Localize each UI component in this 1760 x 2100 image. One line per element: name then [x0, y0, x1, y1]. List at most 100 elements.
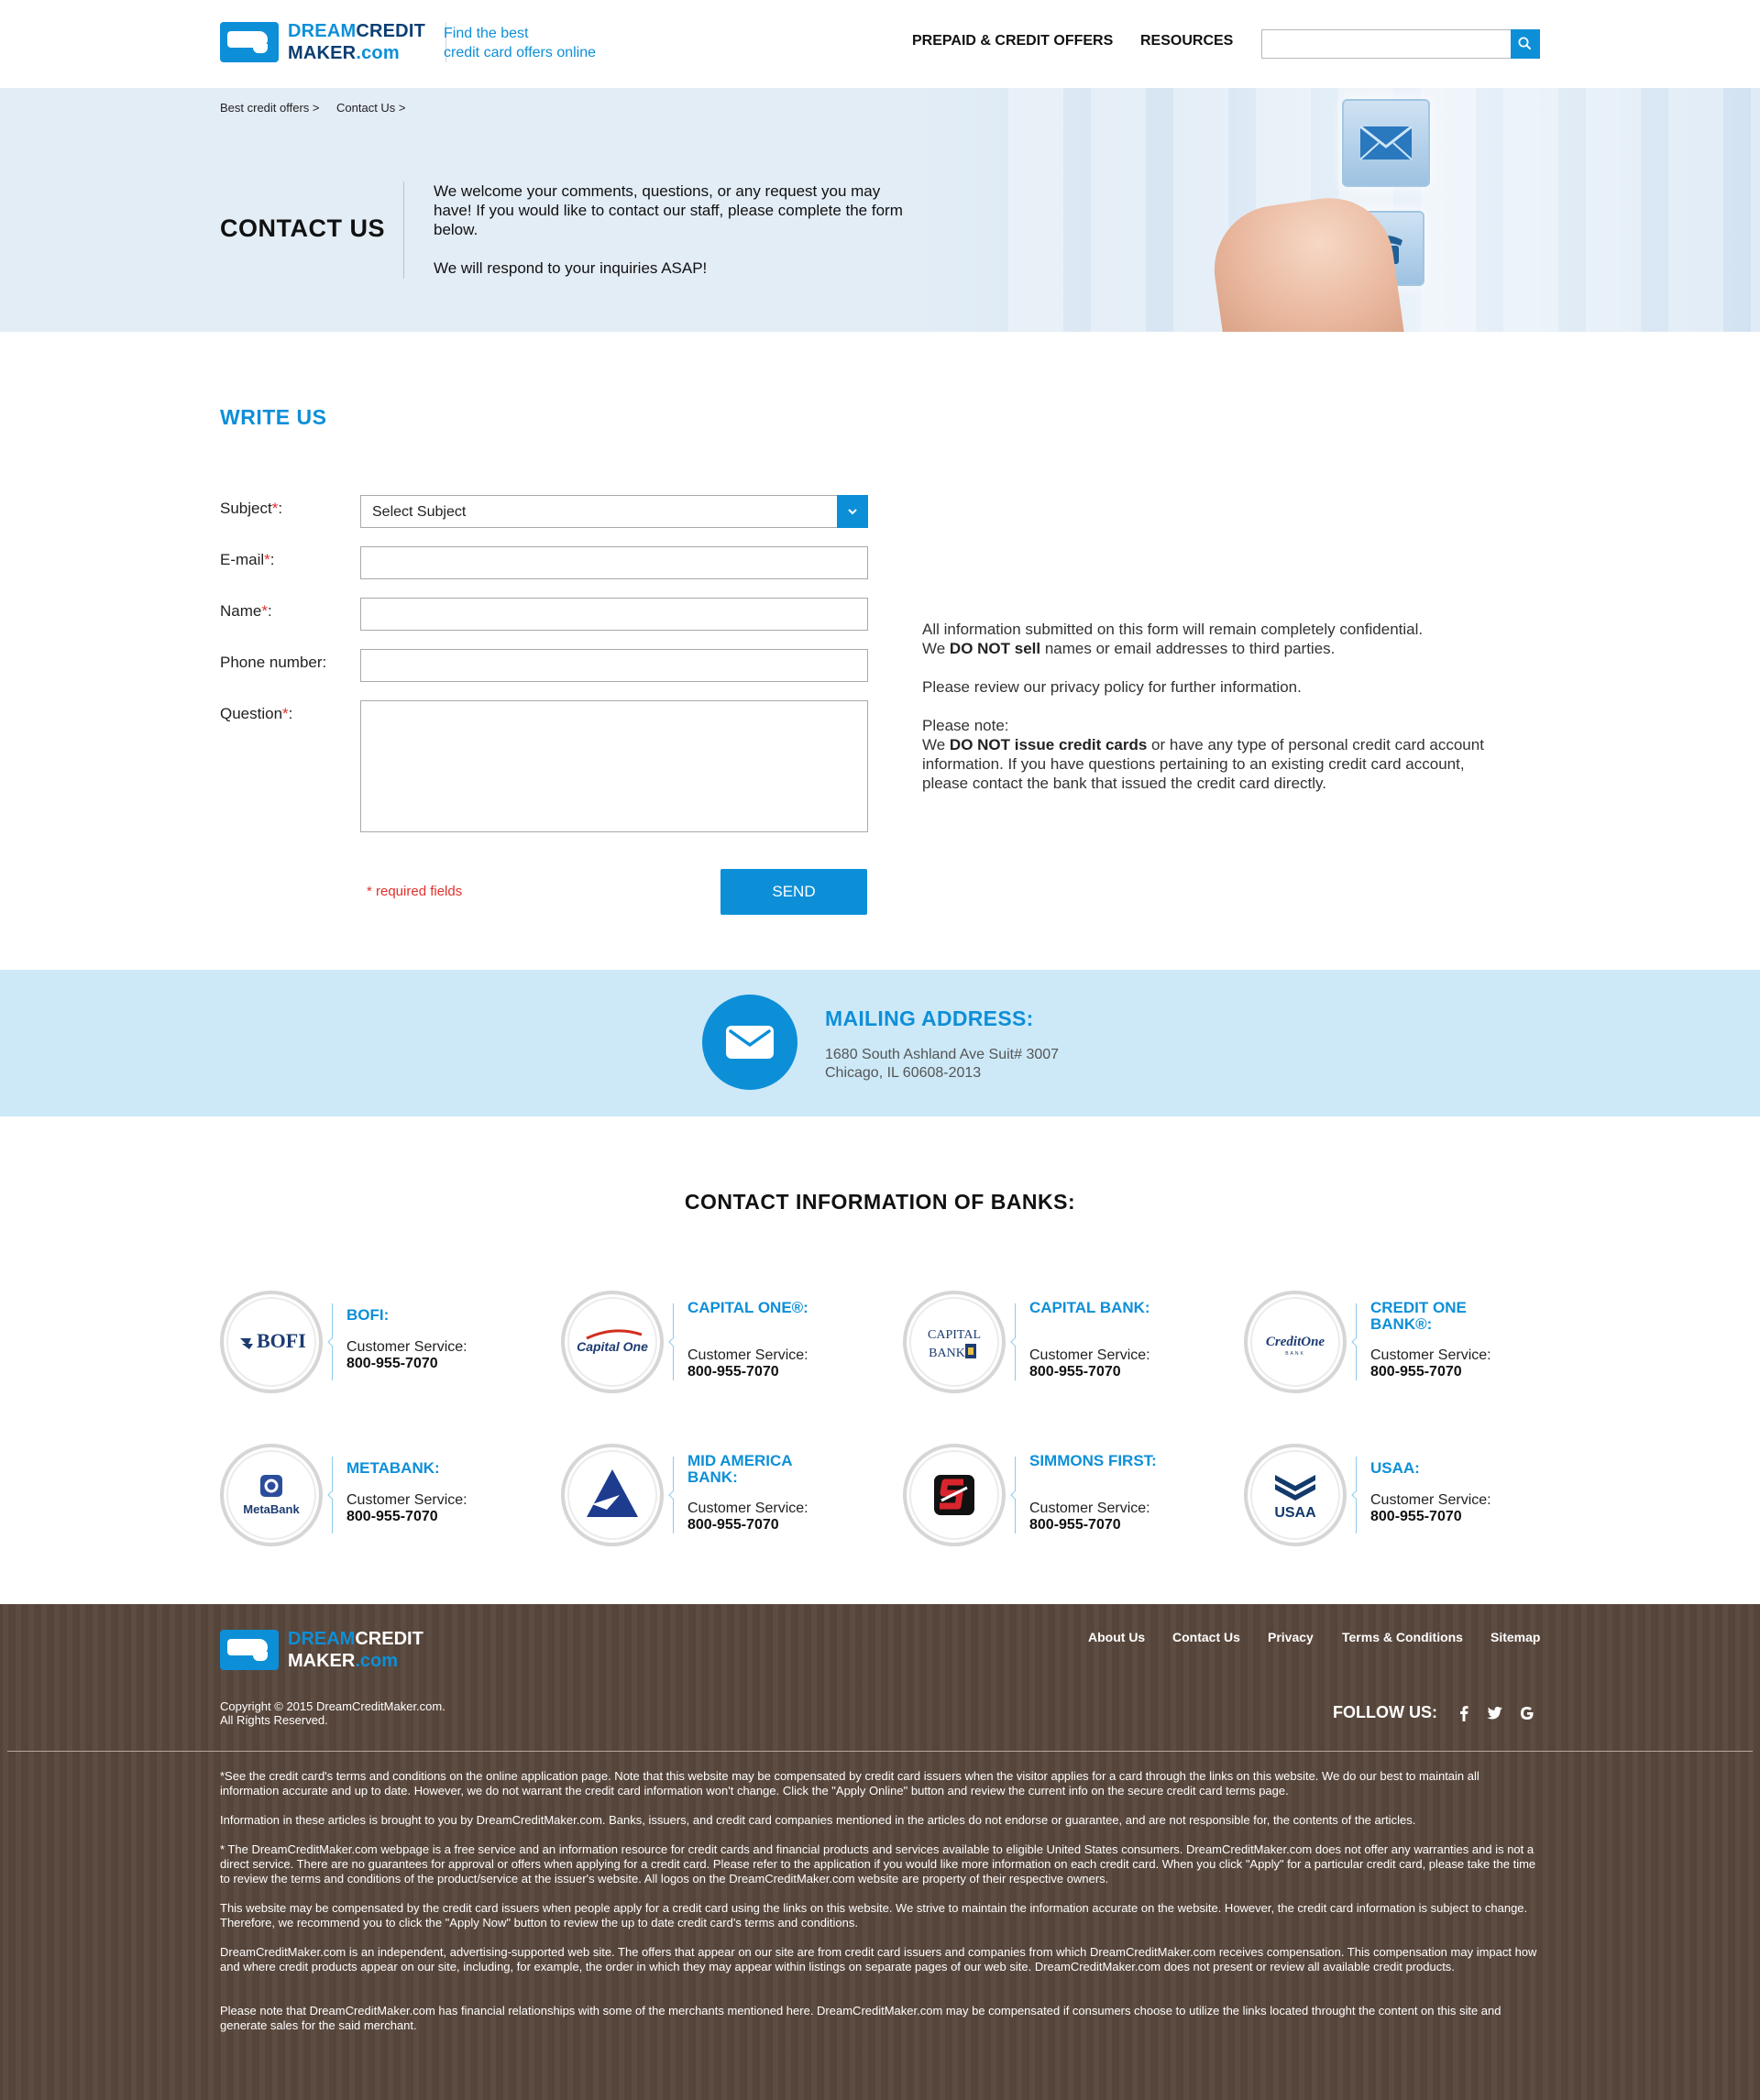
bank-phone[interactable]: 800-955-7070 [688, 1364, 779, 1380]
bank-name: MID AMERICA BANK: [688, 1452, 792, 1486]
follow-us-label: FOLLOW US: [1333, 1703, 1437, 1721]
footer-link-contact-us[interactable]: Contact Us [1172, 1630, 1240, 1644]
metabank-logo: MetaBank [220, 1444, 323, 1546]
facebook-icon[interactable] [1452, 1701, 1476, 1725]
bank-phone[interactable]: 800-955-7070 [1029, 1517, 1121, 1534]
nav-resources[interactable]: RESOURCES [1140, 33, 1233, 49]
bank-name: USAA: [1370, 1459, 1420, 1477]
footer-link-privacy[interactable]: Privacy [1268, 1630, 1314, 1644]
google-icon[interactable] [1514, 1701, 1538, 1725]
privacy-notice: All information submitted on this form w… [922, 621, 1484, 792]
footer-link-about-us[interactable]: About Us [1088, 1630, 1145, 1644]
envelope-icon [1359, 125, 1413, 160]
bofi-logo: BOFI [220, 1291, 323, 1393]
footer-link-terms[interactable]: Terms & Conditions [1342, 1630, 1463, 1644]
credit-one-logo: CreditOne BANK [1244, 1291, 1347, 1393]
subject-select[interactable]: Select Subject [360, 495, 868, 528]
bank-card-capital-bank: CAPITAL BANK CAPITAL BANK: Customer Serv… [903, 1291, 1242, 1397]
subject-selected-value: Select Subject [372, 504, 467, 520]
mid-america-logo [561, 1444, 664, 1546]
svg-text:CAPITAL: CAPITAL [928, 1328, 981, 1342]
svg-text:BANK: BANK [929, 1347, 965, 1360]
footer-link-sitemap[interactable]: Sitemap [1490, 1630, 1540, 1644]
site-logo[interactable]: DREAMCREDIT MAKER.com Find the best cred… [220, 20, 605, 68]
bank-phone[interactable]: 800-955-7070 [346, 1356, 438, 1372]
mailing-address-title: MAILING ADDRESS: [825, 1006, 1034, 1030]
svg-text:MetaBank: MetaBank [243, 1502, 300, 1516]
disclaimer-paragraph: DreamCreditMaker.com is an independent, … [220, 1945, 1537, 1974]
bank-card-metabank: MetaBank METABANK: Customer Service: 800… [220, 1444, 559, 1550]
email-field[interactable] [360, 546, 868, 579]
bank-phone[interactable]: 800-955-7070 [688, 1517, 779, 1534]
bank-name: CAPITAL ONE®: [688, 1299, 808, 1316]
customer-service-label: Customer Service: [1370, 1347, 1491, 1363]
logo-tagline: Find the best credit card offers online [444, 26, 597, 60]
bank-card-capital-one: Capital One CAPITAL ONE®: Customer Servi… [561, 1291, 900, 1397]
footer-logo[interactable]: DREAMCREDIT MAKER.com [220, 1628, 458, 1674]
customer-service-label: Customer Service: [346, 1339, 468, 1355]
name-label: Name*: [220, 602, 272, 620]
disclaimer-paragraph: Information in these articles is brought… [220, 1813, 1416, 1827]
bank-name: METABANK: [346, 1459, 440, 1477]
simmons-first-logo [903, 1444, 1006, 1546]
nav-prepaid-credit-offers[interactable]: PREPAID & CREDIT OFFERS [912, 33, 1113, 49]
breadcrumb-best-credit-offers[interactable]: Best credit offers > [220, 101, 320, 115]
bank-card-bofi: BOFI BOFI: Customer Service: 800-955-707… [220, 1291, 559, 1397]
page-title: CONTACT US [220, 214, 385, 242]
twitter-icon[interactable] [1482, 1701, 1506, 1725]
phone-field[interactable] [360, 649, 868, 682]
copyright: Copyright © 2015 DreamCreditMaker.com. A… [220, 1699, 446, 1727]
mailing-address-band: MAILING ADDRESS: 1680 South Ashland Ave … [0, 970, 1760, 1116]
search-button[interactable] [1511, 29, 1540, 59]
svg-text:Capital One: Capital One [577, 1339, 648, 1354]
bank-phone[interactable]: 800-955-7070 [346, 1509, 438, 1525]
svg-text:USAA: USAA [1274, 1505, 1316, 1521]
footer-logo-wordmark: DREAMCREDIT MAKER.com [288, 1629, 424, 1671]
disclaimer-paragraph: Please note that DreamCreditMaker.com ha… [220, 2004, 1502, 2032]
mailing-address-text: 1680 South Ashland Ave Suit# 3007 Chicag… [825, 1047, 1060, 1081]
chevron-down-icon[interactable] [837, 495, 868, 528]
svg-text:BOFI: BOFI [257, 1329, 306, 1352]
footer-divider [7, 1751, 1753, 1752]
bank-name: CREDIT ONE BANK®: [1370, 1299, 1467, 1333]
search-input[interactable] [1261, 29, 1512, 59]
site-footer: DREAMCREDIT MAKER.com About Us Contact U… [0, 1604, 1760, 2100]
breadcrumb-contact-us[interactable]: Contact Us > [336, 101, 406, 115]
bank-phone[interactable]: 800-955-7070 [1370, 1364, 1462, 1380]
question-label: Question*: [220, 705, 293, 722]
bank-phone[interactable]: 800-955-7070 [1370, 1509, 1462, 1525]
bank-card-usaa: USAA USAA: Customer Service: 800-955-707… [1244, 1444, 1583, 1550]
disclaimer-paragraph: * The DreamCreditMaker.com webpage is a … [220, 1842, 1536, 1886]
email-label: E-mail*: [220, 551, 275, 568]
name-field[interactable] [360, 598, 868, 631]
svg-text:CreditOne: CreditOne [1266, 1335, 1326, 1349]
subject-label: Subject*: [220, 500, 283, 517]
bank-name: CAPITAL BANK: [1029, 1299, 1150, 1316]
bank-name: SIMMONS FIRST: [1029, 1452, 1157, 1469]
hero-divider [403, 181, 404, 279]
hand-icon [220, 1630, 279, 1670]
required-fields-note: * required fields [367, 884, 463, 899]
customer-service-label: Customer Service: [1029, 1501, 1150, 1516]
customer-service-label: Customer Service: [1370, 1492, 1491, 1508]
send-button[interactable]: SEND [720, 869, 867, 915]
usaa-logo: USAA [1244, 1444, 1347, 1546]
customer-service-label: Customer Service: [346, 1492, 468, 1508]
svg-text:BANK: BANK [1285, 1351, 1305, 1357]
disclaimer-paragraph: This website may be compensated by the c… [220, 1901, 1528, 1930]
banks-title: CONTACT INFORMATION OF BANKS: [684, 1190, 1076, 1214]
customer-service-label: Customer Service: [688, 1347, 808, 1363]
site-header: DREAMCREDIT MAKER.com Find the best cred… [0, 0, 1760, 88]
mail-icon [702, 995, 798, 1090]
customer-service-label: Customer Service: [688, 1501, 808, 1516]
search-icon [1518, 37, 1531, 49]
bank-card-mid-america: MID AMERICA BANK: Customer Service: 800-… [561, 1444, 900, 1550]
bank-card-credit-one: CreditOne BANK CREDIT ONE BANK®: Custome… [1244, 1291, 1583, 1397]
phone-label: Phone number: [220, 654, 327, 671]
question-textarea[interactable] [360, 700, 868, 832]
bank-name: BOFI: [346, 1306, 390, 1324]
bank-phone[interactable]: 800-955-7070 [1029, 1364, 1121, 1380]
write-us-heading: WRITE US [220, 405, 327, 429]
hero-intro: We welcome your comments, questions, or … [434, 182, 903, 277]
bank-card-simmons-first: SIMMONS FIRST: Customer Service: 800-955… [903, 1444, 1242, 1550]
